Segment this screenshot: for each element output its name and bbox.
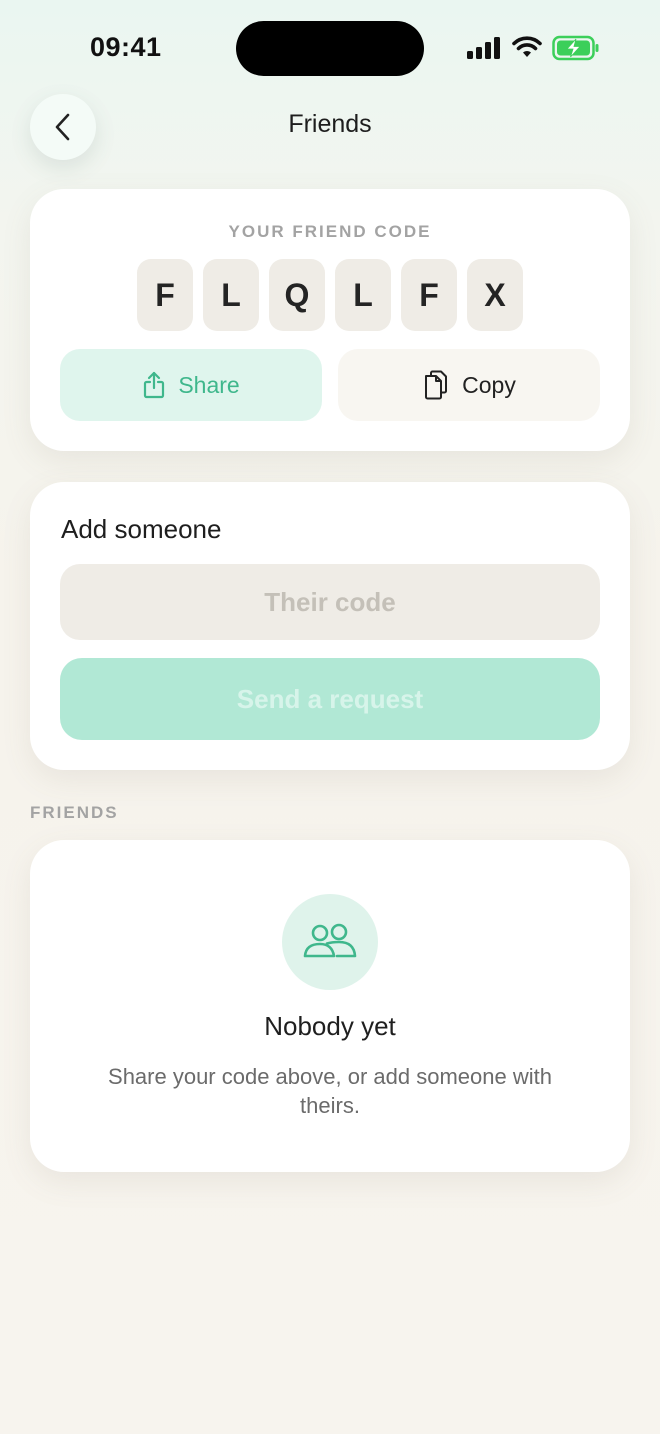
code-character: F: [401, 259, 457, 331]
code-character: L: [335, 259, 391, 331]
friends-list-card: Nobody yet Share your code above, or add…: [30, 840, 630, 1172]
friend-code-tiles: F L Q L F X: [137, 259, 523, 331]
friends-section-label: FRIENDS: [30, 803, 119, 822]
empty-state-badge: [282, 894, 378, 990]
share-button-label: Share: [178, 371, 240, 398]
status-time: 09:41: [90, 32, 162, 62]
code-character: Q: [269, 259, 325, 331]
send-request-button[interactable]: Send a request: [60, 658, 600, 740]
friend-code-card: YOUR FRIEND CODE F L Q L F X Share Copy: [30, 189, 630, 451]
battery-charging-icon: [552, 35, 599, 61]
share-button[interactable]: Share: [60, 349, 322, 421]
dynamic-island: [236, 21, 424, 76]
friend-code-label: YOUR FRIEND CODE: [228, 222, 432, 241]
share-icon: [144, 371, 165, 399]
code-character: F: [137, 259, 193, 331]
signal-icon: [467, 37, 500, 59]
friend-code-input[interactable]: [60, 564, 600, 640]
copy-button-label: Copy: [462, 371, 516, 398]
copy-button[interactable]: Copy: [338, 349, 600, 421]
code-character: L: [203, 259, 259, 331]
code-character: X: [467, 259, 523, 331]
empty-state-title: Nobody yet: [264, 1011, 396, 1041]
copy-icon: [425, 370, 448, 400]
status-bar: 09:41: [0, 0, 660, 96]
empty-state-message: Share your code above, or add someone wi…: [108, 1064, 552, 1118]
wifi-icon: [512, 36, 542, 57]
add-someone-card: Add someone Send a request: [30, 482, 630, 770]
page-title: Friends: [288, 110, 372, 138]
users-icon: [303, 923, 357, 958]
add-someone-title: Add someone: [61, 514, 222, 544]
